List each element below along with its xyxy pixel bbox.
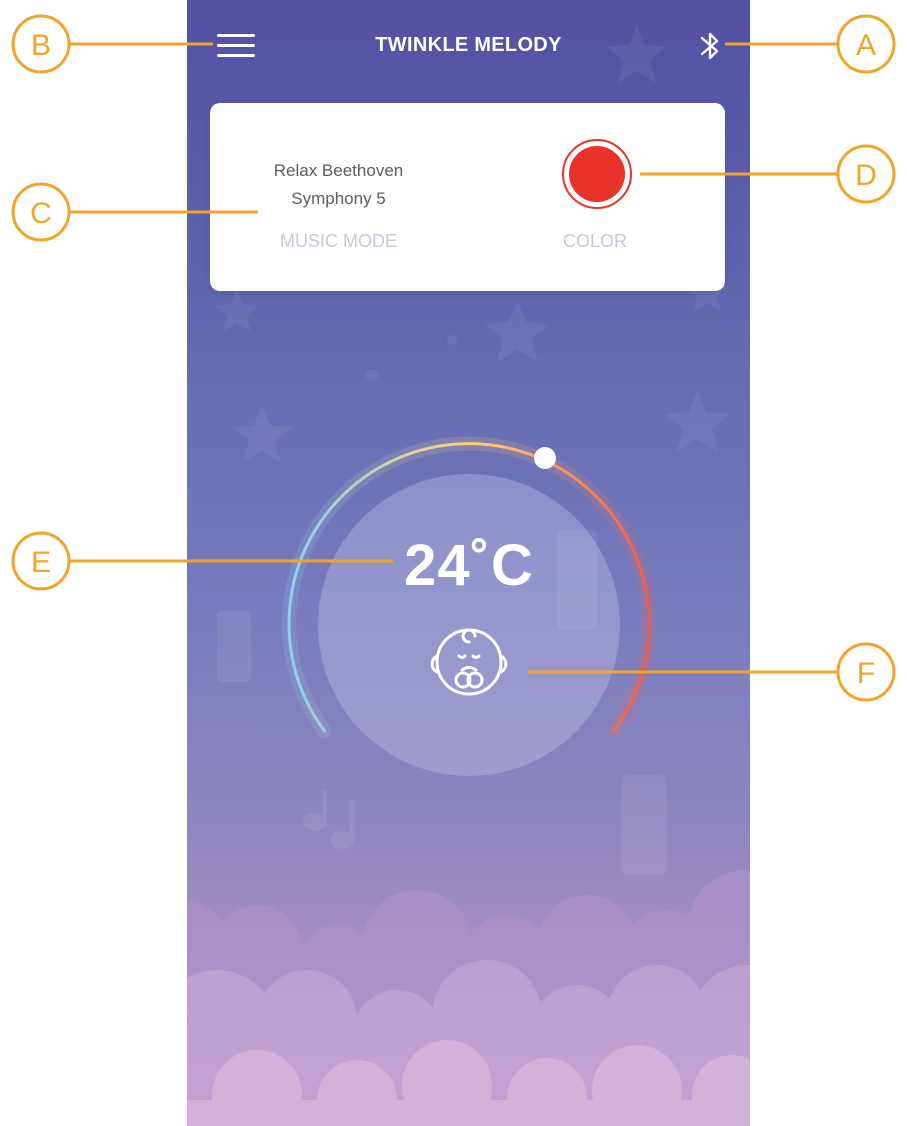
callout-label-f: F — [857, 657, 875, 690]
callout-label-a: A — [856, 29, 876, 62]
callout-label-d: D — [855, 159, 877, 192]
callout-label-b: B — [31, 29, 51, 62]
callout-overlay: A B C D E F — [11, 14, 896, 702]
callout-label-e: E — [31, 546, 51, 579]
callout-label-c: C — [30, 197, 52, 230]
figure: TWINKLE MELODY Relax Beethoven Symphony … — [0, 0, 907, 1126]
